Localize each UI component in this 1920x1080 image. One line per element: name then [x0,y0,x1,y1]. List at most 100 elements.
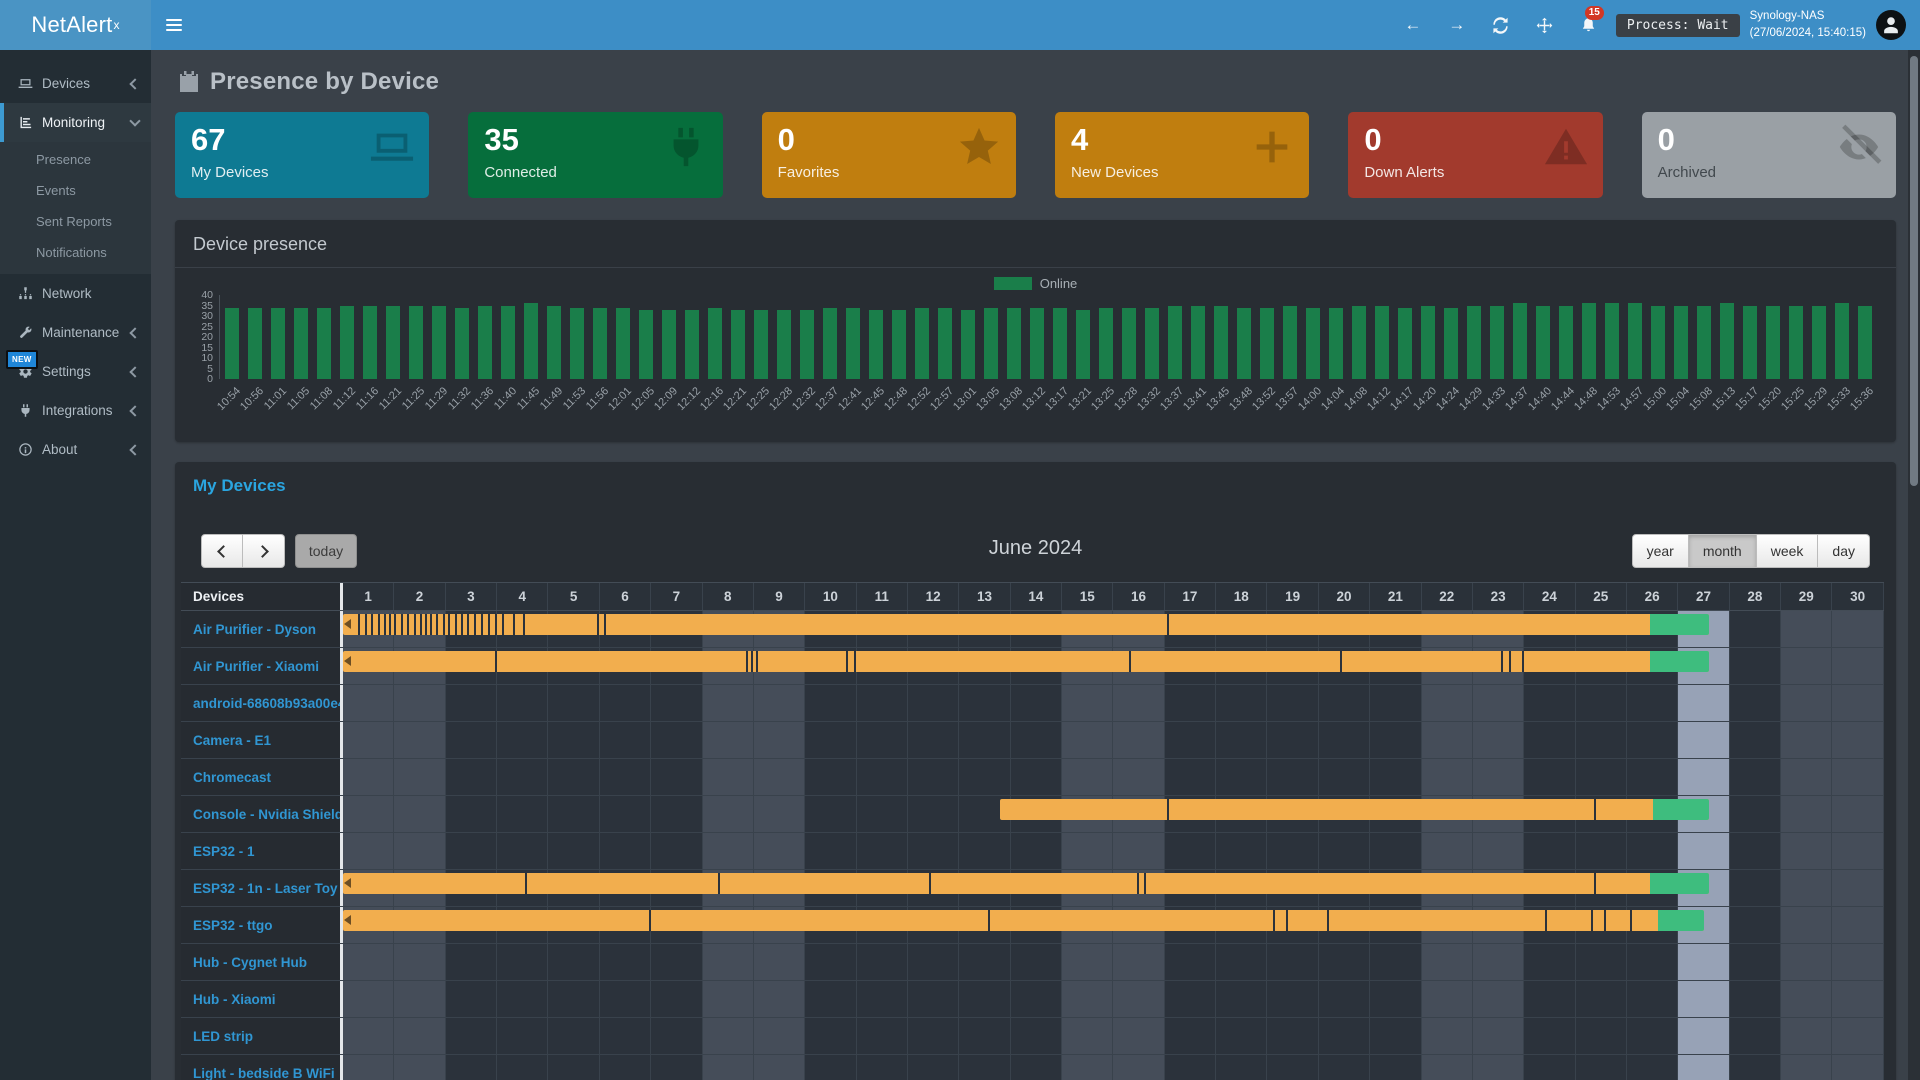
online-bar[interactable] [777,310,791,379]
online-bar[interactable] [386,306,400,380]
nav-forward-icon[interactable]: → [1440,0,1474,50]
sidebar-subitem-sent-reports[interactable]: Sent Reports [0,206,151,237]
device-link[interactable]: ESP32 - 1n - Laser Toy [193,881,338,896]
online-bar[interactable] [1260,308,1274,379]
online-bar[interactable] [455,308,469,379]
presence-event-bar[interactable] [343,651,1709,672]
tile-archived[interactable]: 0Archived [1642,112,1896,198]
online-bar[interactable] [1076,310,1090,379]
online-bar[interactable] [685,310,699,379]
tile-new-devices[interactable]: 4New Devices [1055,112,1309,198]
online-bar[interactable] [1766,306,1780,380]
online-bar[interactable] [1214,306,1228,380]
online-bar[interactable] [1559,306,1573,380]
app-logo[interactable]: NetAlertx [0,0,151,50]
presence-event-bar[interactable] [1000,799,1709,820]
refresh-icon[interactable] [1484,0,1518,50]
calendar-view-year-button[interactable]: year [1632,534,1689,568]
online-bar[interactable] [1582,303,1596,379]
online-bar[interactable] [1122,308,1136,379]
device-link[interactable]: ESP32 - ttgo [193,918,273,933]
page-scrollbar[interactable] [1908,50,1920,1080]
online-bar[interactable] [1651,306,1665,380]
sidebar-subitem-notifications[interactable]: Notifications [0,237,151,268]
online-bar[interactable] [846,308,860,379]
online-bar[interactable] [984,308,998,379]
presence-event-bar[interactable] [343,910,1704,931]
online-bar[interactable] [1605,303,1619,379]
calendar-view-day-button[interactable]: day [1818,534,1870,568]
online-bar[interactable] [1375,306,1389,380]
tile-down-alerts[interactable]: 0Down Alerts [1348,112,1602,198]
online-bar[interactable] [1858,306,1872,380]
device-link[interactable]: Console - Nvidia Shield T [193,807,343,822]
calendar-view-week-button[interactable]: week [1757,534,1819,568]
online-bar[interactable] [363,306,377,380]
device-link[interactable]: Hub - Cygnet Hub [193,955,307,970]
online-bar[interactable] [1490,306,1504,380]
online-bar[interactable] [271,308,285,379]
my-devices-section-link[interactable]: My Devices [175,476,304,496]
online-bar[interactable] [1789,306,1803,380]
online-bar[interactable] [524,303,538,379]
online-bar[interactable] [248,308,262,379]
online-bar[interactable] [616,308,630,379]
online-bar[interactable] [1283,306,1297,380]
online-bar[interactable] [570,308,584,379]
presence-event-bar[interactable] [343,614,1709,635]
tile-my-devices[interactable]: 67My Devices [175,112,429,198]
device-link[interactable]: Air Purifier - Dyson [193,622,316,637]
online-bar[interactable] [294,308,308,379]
device-link[interactable]: Hub - Xiaomi [193,992,276,1007]
online-bar[interactable] [432,306,446,380]
online-bar[interactable] [938,308,952,379]
sidebar-item-network[interactable]: Network [0,274,151,313]
device-link[interactable]: android-68608b93a00e4 [193,696,343,711]
device-link[interactable]: LED strip [193,1029,253,1044]
online-bar[interactable] [1007,308,1021,379]
sidebar-subitem-presence[interactable]: Presence [0,144,151,175]
sidebar-item-maintenance[interactable]: Maintenance [0,313,151,352]
online-bar[interactable] [731,310,745,379]
online-bar[interactable] [1674,306,1688,380]
online-bar[interactable] [1444,308,1458,379]
online-bar[interactable] [1421,306,1435,380]
online-bar[interactable] [1743,306,1757,380]
sidebar-item-monitoring[interactable]: Monitoring [0,103,151,142]
online-bar[interactable] [478,306,492,380]
online-bar[interactable] [1329,308,1343,379]
online-bar[interactable] [754,310,768,379]
online-bar[interactable] [409,306,423,380]
online-bar[interactable] [547,306,561,380]
online-bar[interactable] [892,310,906,379]
online-bar[interactable] [1628,303,1642,379]
online-bar[interactable] [1191,306,1205,380]
online-bar[interactable] [1398,308,1412,379]
online-bar[interactable] [869,310,883,379]
online-bar[interactable] [1030,308,1044,379]
online-bar[interactable] [1536,306,1550,380]
online-bar[interactable] [501,306,515,380]
device-link[interactable]: Light - bedside B WiFi [193,1066,335,1080]
online-bar[interactable] [340,306,354,380]
device-link[interactable]: Chromecast [193,770,271,785]
online-bar[interactable] [961,310,975,379]
online-bar[interactable] [1306,308,1320,379]
page-scrollbar-thumb[interactable] [1910,56,1918,486]
calendar-view-month-button[interactable]: month [1689,534,1757,568]
presence-event-bar[interactable] [343,873,1709,894]
online-bar[interactable] [1812,306,1826,380]
online-bar[interactable] [662,310,676,379]
move-icon[interactable] [1528,0,1562,50]
online-bar[interactable] [823,308,837,379]
sidebar-item-about[interactable]: About [0,430,151,469]
online-bar[interactable] [1720,303,1734,379]
online-bar[interactable] [1352,306,1366,380]
online-bar[interactable] [225,308,239,379]
online-bar[interactable] [1467,306,1481,380]
online-bar[interactable] [1237,308,1251,379]
online-bar[interactable] [639,310,653,379]
online-bar[interactable] [1168,306,1182,380]
device-link[interactable]: ESP32 - 1 [193,844,255,859]
online-bar[interactable] [1053,308,1067,379]
